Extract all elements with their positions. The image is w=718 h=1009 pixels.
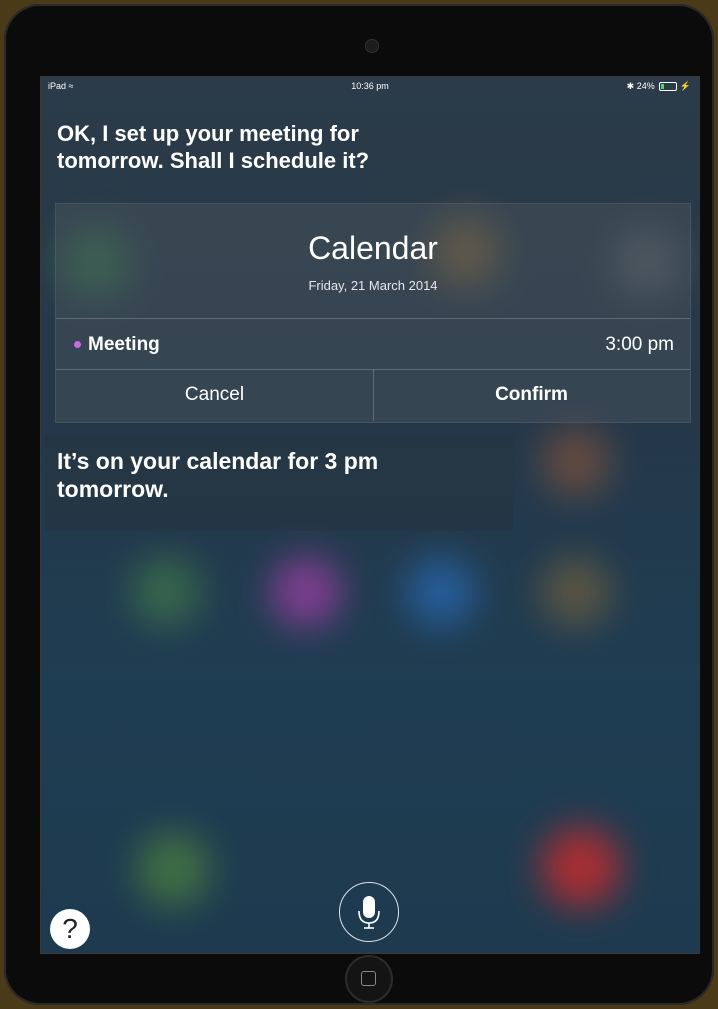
status-bar: iPad ≈ 10:36 pm ✱ 24% ⚡	[41, 77, 699, 95]
siri-reply-line: It’s on your calendar for 3 pm	[57, 448, 379, 474]
calendar-title: Calendar	[308, 230, 438, 266]
cancel-button[interactable]: Cancel	[56, 369, 374, 421]
battery-level-fill	[661, 84, 665, 90]
blurred-app-icon	[131, 557, 201, 627]
help-button[interactable]: ?	[50, 909, 90, 949]
calendar-date: Friday, 21 March 2014	[308, 278, 438, 293]
blurred-app-icon	[406, 557, 476, 627]
charging-icon: ⚡	[679, 81, 691, 91]
siri-reply: It’s on your calendar for 3 pm tomorrow.	[57, 447, 378, 503]
screen: iPad ≈ 10:36 pm ✱ 24% ⚡ OK, I set up you…	[40, 76, 700, 954]
front-camera-icon	[365, 39, 379, 53]
calendar-event-row[interactable]: Meeting 3:00 pm	[56, 318, 690, 370]
event-time: 3:00 pm	[605, 334, 674, 355]
ipad-frame: iPad ≈ 10:36 pm ✱ 24% ⚡ OK, I set up you…	[4, 4, 714, 1005]
blurred-dock-icon	[136, 832, 211, 907]
event-color-dot	[74, 341, 81, 348]
status-time: 10:36 pm	[351, 81, 389, 91]
blurred-app-icon	[541, 557, 611, 627]
microphone-icon	[358, 896, 380, 929]
home-button-icon	[361, 971, 376, 986]
home-button[interactable]	[345, 955, 393, 1003]
battery-icon	[659, 82, 678, 92]
siri-prompt-line: tomorrow. Shall I schedule it?	[57, 148, 370, 173]
calendar-actions: Cancel Confirm	[56, 369, 690, 421]
bluetooth-icon: ✱	[626, 81, 635, 91]
confirm-button[interactable]: Confirm	[373, 369, 690, 421]
calendar-card: Calendar Friday, 21 March 2014 Meeting 3…	[55, 203, 691, 423]
event-name: Meeting	[88, 334, 160, 355]
battery-percent: 24%	[636, 81, 655, 91]
blurred-app-icon	[541, 427, 611, 497]
siri-prompt: OK, I set up your meeting for tomorrow. …	[57, 120, 369, 174]
blurred-app-icon	[271, 557, 341, 627]
calendar-header: Calendar Friday, 21 March 2014	[56, 204, 690, 318]
blurred-dock-icon	[541, 827, 621, 907]
battery-status: ✱ 24% ⚡	[627, 77, 691, 95]
siri-reply-line: tomorrow.	[57, 476, 169, 502]
microphone-button[interactable]	[339, 882, 399, 942]
siri-prompt-line: OK, I set up your meeting for	[57, 121, 359, 146]
